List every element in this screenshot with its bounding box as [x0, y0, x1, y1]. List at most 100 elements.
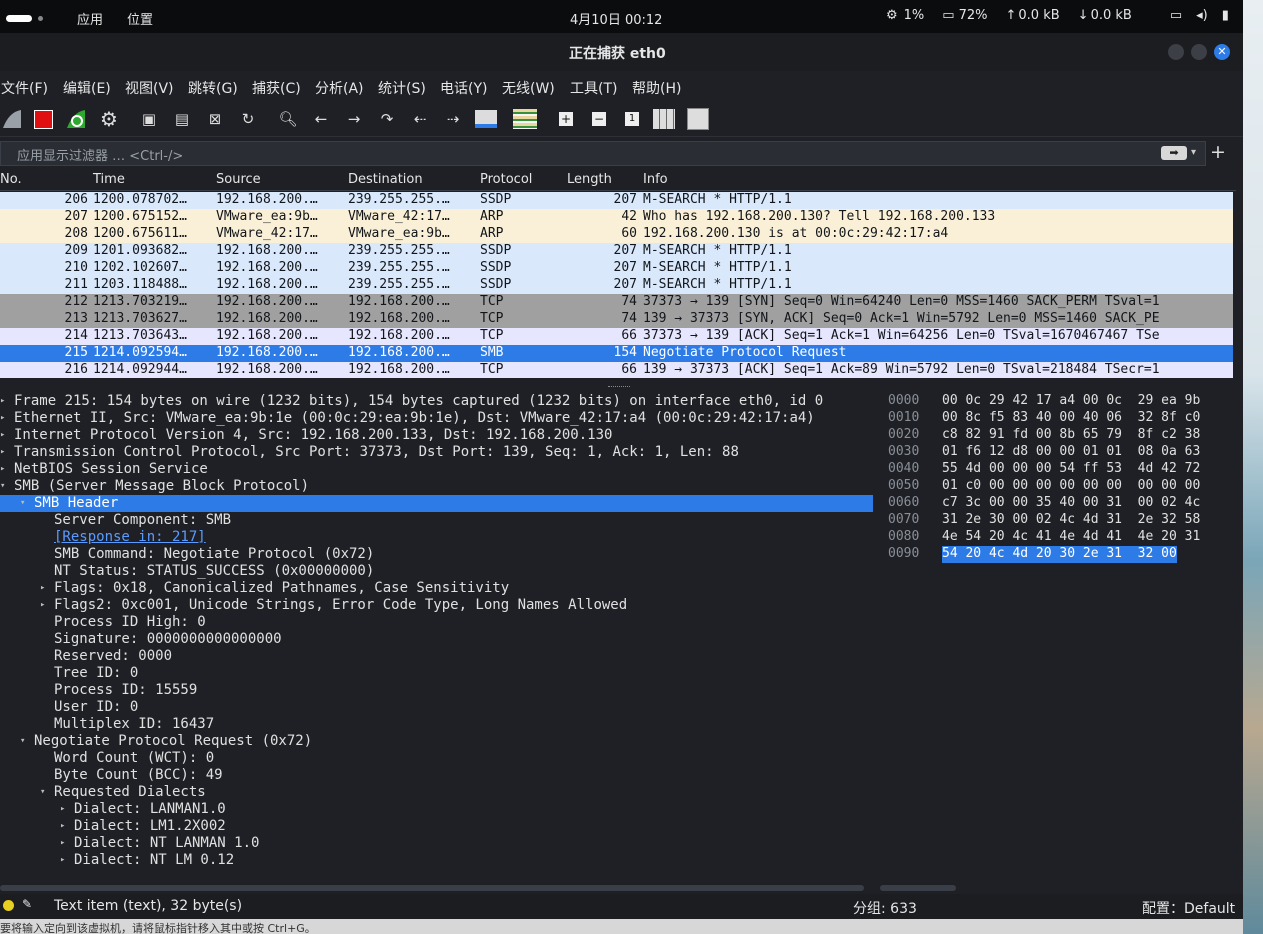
profile-indicator[interactable]: 配置：Default: [1142, 898, 1235, 918]
expert-info-icon[interactable]: [3, 900, 14, 911]
collapsed-arrow-icon[interactable]: ▸: [60, 855, 65, 865]
filter-dropdown-icon[interactable]: ▾: [1191, 147, 1196, 158]
pane-splitter[interactable]: [608, 386, 630, 389]
display-filter-input[interactable]: 应用显示过滤器 … <Ctrl-/>: [0, 141, 1206, 166]
detail-line[interactable]: ▾ SMB Header: [0, 495, 873, 512]
packet-row[interactable]: 212 1213.703219… 192.168.200.… 192.168.200.…: [0, 294, 1233, 311]
minimize-button[interactable]: [1168, 44, 1184, 60]
col-protocol[interactable]: Protocol: [480, 172, 532, 187]
detail-line[interactable]: Tree ID: 0: [0, 665, 873, 682]
capture-options-icon[interactable]: ⚙: [97, 107, 121, 131]
hex-bytes[interactable]: c7 3c 00 00 35 40 00 31 00 02 4c: [942, 495, 1200, 512]
packet-row[interactable]: 206 1200.078702… 192.168.200.… 239.255.255.…: [0, 192, 1233, 209]
save-file-icon[interactable]: ▤: [170, 107, 194, 131]
collapsed-arrow-icon[interactable]: ▸: [60, 838, 65, 848]
menu-tools[interactable]: 工具(T): [570, 78, 617, 98]
menu-telephony[interactable]: 电话(Y): [440, 78, 487, 98]
menu-capture[interactable]: 捕获(C): [252, 78, 301, 98]
display-icon[interactable]: ▭: [1170, 8, 1182, 23]
col-source[interactable]: Source: [216, 172, 261, 187]
detail-line[interactable]: User ID: 0: [0, 699, 873, 716]
bytes-h-scrollbar[interactable]: [880, 885, 956, 891]
expanded-arrow-icon[interactable]: ▾: [20, 736, 25, 746]
maximize-button[interactable]: [1191, 44, 1207, 60]
find-packet-icon[interactable]: 🔍︎: [276, 107, 300, 131]
detail-line[interactable]: NT Status: STATUS_SUCCESS (0x00000000): [0, 563, 873, 580]
add-filter-button[interactable]: +: [1210, 141, 1226, 163]
close-button[interactable]: ✕: [1214, 44, 1230, 60]
apps-menu[interactable]: 应用: [77, 9, 103, 28]
collapsed-arrow-icon[interactable]: ▸: [0, 464, 5, 474]
detail-line[interactable]: SMB Command: Negotiate Protocol (0x72): [0, 546, 873, 563]
detail-line[interactable]: ▸ Dialect: NT LM 0.12: [0, 852, 873, 869]
hex-bytes[interactable]: 00 0c 29 42 17 a4 00 0c 29 ea 9b: [942, 393, 1200, 410]
hex-bytes[interactable]: 01 f6 12 d8 00 00 01 01 08 0a 63: [942, 444, 1200, 461]
menu-view[interactable]: 视图(V): [125, 78, 174, 98]
battery-icon[interactable]: ▮: [1222, 8, 1229, 23]
details-h-scrollbar[interactable]: [0, 885, 864, 891]
hex-bytes[interactable]: 01 c0 00 00 00 00 00 00 00 00 00: [942, 478, 1200, 495]
detail-line[interactable]: Multiplex ID: 16437: [0, 716, 873, 733]
detail-line[interactable]: Word Count (WCT): 0: [0, 750, 873, 767]
hex-bytes[interactable]: 54 20 4c 4d 20 30 2e 31 32 00: [942, 546, 1177, 563]
detail-line[interactable]: ▸ Flags: 0x18, Canonicalized Pathnames, C…: [0, 580, 873, 597]
detail-line[interactable]: ▸ Ethernet II, Src: VMware_ea:9b:1e (00:0…: [0, 410, 873, 427]
layout-icon[interactable]: [686, 107, 710, 131]
start-capture-icon[interactable]: [0, 107, 24, 131]
detail-line[interactable]: [Response in: 217]: [0, 529, 873, 546]
detail-line[interactable]: ▾ Negotiate Protocol Request (0x72): [0, 733, 873, 750]
packet-details[interactable]: ▸ Frame 215: 154 bytes on wire (1232 bits…: [0, 390, 873, 882]
close-file-icon[interactable]: ⊠: [203, 107, 227, 131]
collapsed-arrow-icon[interactable]: ▸: [60, 804, 65, 814]
menu-statistics[interactable]: 统计(S): [378, 78, 426, 98]
packet-bytes[interactable]: 0000 00 0c 29 42 17 a4 00 0c 29 ea 9b 0010…: [880, 390, 1243, 882]
hex-bytes[interactable]: 55 4d 00 00 00 54 ff 53 4d 42 72: [942, 461, 1200, 478]
apply-filter-arrow-icon[interactable]: ➡: [1161, 146, 1187, 160]
col-info[interactable]: Info: [643, 172, 668, 187]
normal-size-icon[interactable]: 1: [620, 107, 644, 131]
detail-line[interactable]: ▸ Frame 215: 154 bytes on wire (1232 bits…: [0, 393, 873, 410]
packet-row[interactable]: 208 1200.675611… VMware_42:17… VMware_ea:9b…: [0, 226, 1233, 243]
detail-line[interactable]: Server Component: SMB: [0, 512, 873, 529]
activities-icon[interactable]: [6, 15, 32, 22]
clock[interactable]: 4月10日 00:12: [570, 9, 662, 28]
menu-file[interactable]: 文件(F): [1, 78, 48, 98]
detail-line[interactable]: ▾ Requested Dialects: [0, 784, 873, 801]
packet-row[interactable]: 211 1203.118488… 192.168.200.… 239.255.255.…: [0, 277, 1233, 294]
detail-line[interactable]: ▸ Internet Protocol Version 4, Src: 192.1…: [0, 427, 873, 444]
detail-line[interactable]: ▾ SMB (Server Message Block Protocol): [0, 478, 873, 495]
expanded-arrow-icon[interactable]: ▾: [20, 498, 25, 508]
detail-line[interactable]: Reserved: 0000: [0, 648, 873, 665]
collapsed-arrow-icon[interactable]: ▸: [40, 600, 45, 610]
packet-row[interactable]: 214 1213.703643… 192.168.200.… 192.168.200.…: [0, 328, 1233, 345]
col-destination[interactable]: Destination: [348, 172, 423, 187]
last-packet-icon[interactable]: ⇢: [441, 107, 465, 131]
detail-line[interactable]: Signature: 0000000000000000: [0, 631, 873, 648]
collapsed-arrow-icon[interactable]: ▸: [0, 413, 5, 423]
places-menu[interactable]: 位置: [127, 9, 153, 28]
menu-go[interactable]: 跳转(G): [188, 78, 238, 98]
first-packet-icon[interactable]: ⇠: [408, 107, 432, 131]
detail-line[interactable]: ▸ Dialect: LM1.2X002: [0, 818, 873, 835]
restart-capture-icon[interactable]: [64, 107, 88, 131]
collapsed-arrow-icon[interactable]: ▸: [60, 821, 65, 831]
detail-line[interactable]: ▸ Flags2: 0xc001, Unicode Strings, Error …: [0, 597, 873, 614]
zoom-out-icon[interactable]: −: [587, 107, 611, 131]
detail-line[interactable]: ▸ Dialect: NT LANMAN 1.0: [0, 835, 873, 852]
resize-columns-icon[interactable]: [652, 107, 676, 131]
reload-file-icon[interactable]: ↻: [236, 107, 260, 131]
menu-edit[interactable]: 编辑(E): [63, 78, 111, 98]
packet-row[interactable]: 215 1214.092594… 192.168.200.… 192.168.200.…: [0, 345, 1233, 362]
go-forward-icon[interactable]: →: [342, 107, 366, 131]
capture-comment-icon[interactable]: ✎: [22, 897, 32, 911]
detail-line[interactable]: Process ID High: 0: [0, 614, 873, 631]
hex-bytes[interactable]: 00 8c f5 83 40 00 40 06 32 8f c0: [942, 410, 1200, 427]
stop-capture-icon[interactable]: [31, 107, 55, 131]
open-file-icon[interactable]: ▣: [137, 107, 161, 131]
hex-bytes[interactable]: 31 2e 30 00 02 4c 4d 31 2e 32 58: [942, 512, 1200, 529]
detail-line[interactable]: ▸ Dialect: LANMAN1.0: [0, 801, 873, 818]
collapsed-arrow-icon[interactable]: ▸: [0, 447, 5, 457]
go-to-packet-icon[interactable]: ↷: [375, 107, 399, 131]
collapsed-arrow-icon[interactable]: ▸: [0, 430, 5, 440]
collapsed-arrow-icon[interactable]: ▸: [0, 396, 5, 406]
